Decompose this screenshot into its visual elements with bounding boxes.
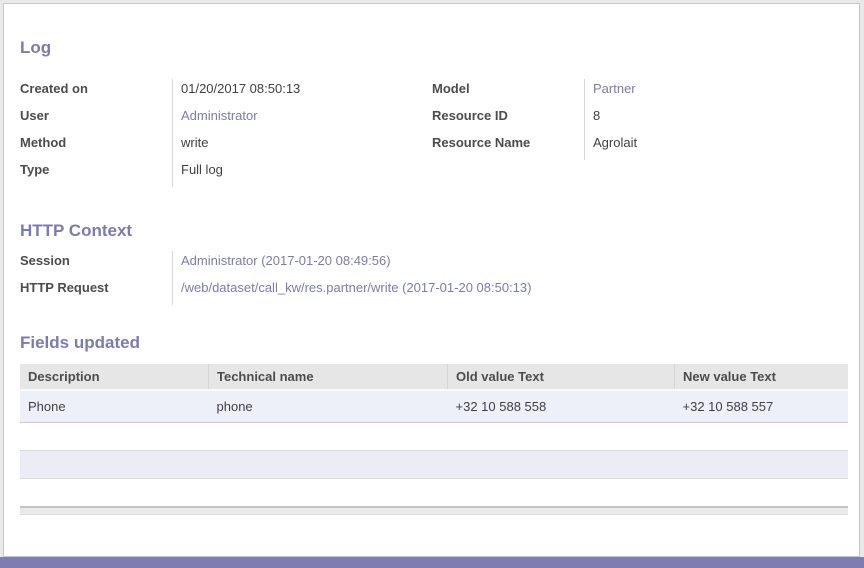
type-value: Full log xyxy=(172,160,418,187)
empty-list-band xyxy=(20,450,848,479)
horizontal-scrollbar[interactable] xyxy=(20,506,848,515)
resource-id-label: Resource ID xyxy=(432,106,584,133)
session-label: Session xyxy=(20,251,172,278)
method-value: write xyxy=(172,133,418,160)
table-row[interactable]: Phone phone +32 10 588 558 +32 10 588 55… xyxy=(20,390,848,423)
log-field-groups: Created on 01/20/2017 08:50:13 User Admi… xyxy=(20,79,848,187)
model-label: Model xyxy=(432,79,584,106)
cell-new-value: +32 10 588 557 xyxy=(675,390,849,423)
log-sheet: Log Created on 01/20/2017 08:50:13 User … xyxy=(4,4,859,515)
http-request-label: HTTP Request xyxy=(20,278,172,305)
cell-description: Phone xyxy=(20,390,209,423)
http-request-value-link[interactable]: /web/dataset/call_kw/res.partner/write (… xyxy=(172,278,848,305)
http-context-field-group: Session Administrator (2017-01-20 08:49:… xyxy=(20,251,848,305)
column-header-old-value: Old value Text xyxy=(448,364,675,390)
fields-updated-table: Description Technical name Old value Tex… xyxy=(20,364,848,423)
user-value-link[interactable]: Administrator xyxy=(172,106,418,133)
type-label: Type xyxy=(20,160,172,187)
column-header-technical-name: Technical name xyxy=(209,364,448,390)
log-field-group-left: Created on 01/20/2017 08:50:13 User Admi… xyxy=(20,79,418,187)
session-value-link[interactable]: Administrator (2017-01-20 08:49:56) xyxy=(172,251,848,278)
column-header-new-value: New value Text xyxy=(675,364,849,390)
created-on-label: Created on xyxy=(20,79,172,106)
http-context-section-title: HTTP Context xyxy=(20,221,848,241)
table-header-row: Description Technical name Old value Tex… xyxy=(20,364,848,390)
footer-bar xyxy=(0,557,864,568)
created-on-value: 01/20/2017 08:50:13 xyxy=(172,79,418,106)
cell-technical-name: phone xyxy=(209,390,448,423)
cell-old-value: +32 10 588 558 xyxy=(448,390,675,423)
resource-name-label: Resource Name xyxy=(432,133,584,160)
resource-id-value: 8 xyxy=(584,106,846,133)
column-header-description: Description xyxy=(20,364,209,390)
log-field-group-right: Model Partner Resource ID 8 Resource Nam… xyxy=(432,79,846,187)
method-label: Method xyxy=(20,133,172,160)
resource-name-value: Agrolait xyxy=(584,133,846,160)
model-value-link[interactable]: Partner xyxy=(584,79,846,106)
fields-updated-section-title: Fields updated xyxy=(20,333,848,353)
log-section-title: Log xyxy=(20,38,848,58)
log-window: Log Created on 01/20/2017 08:50:13 User … xyxy=(3,3,860,557)
user-label: User xyxy=(20,106,172,133)
